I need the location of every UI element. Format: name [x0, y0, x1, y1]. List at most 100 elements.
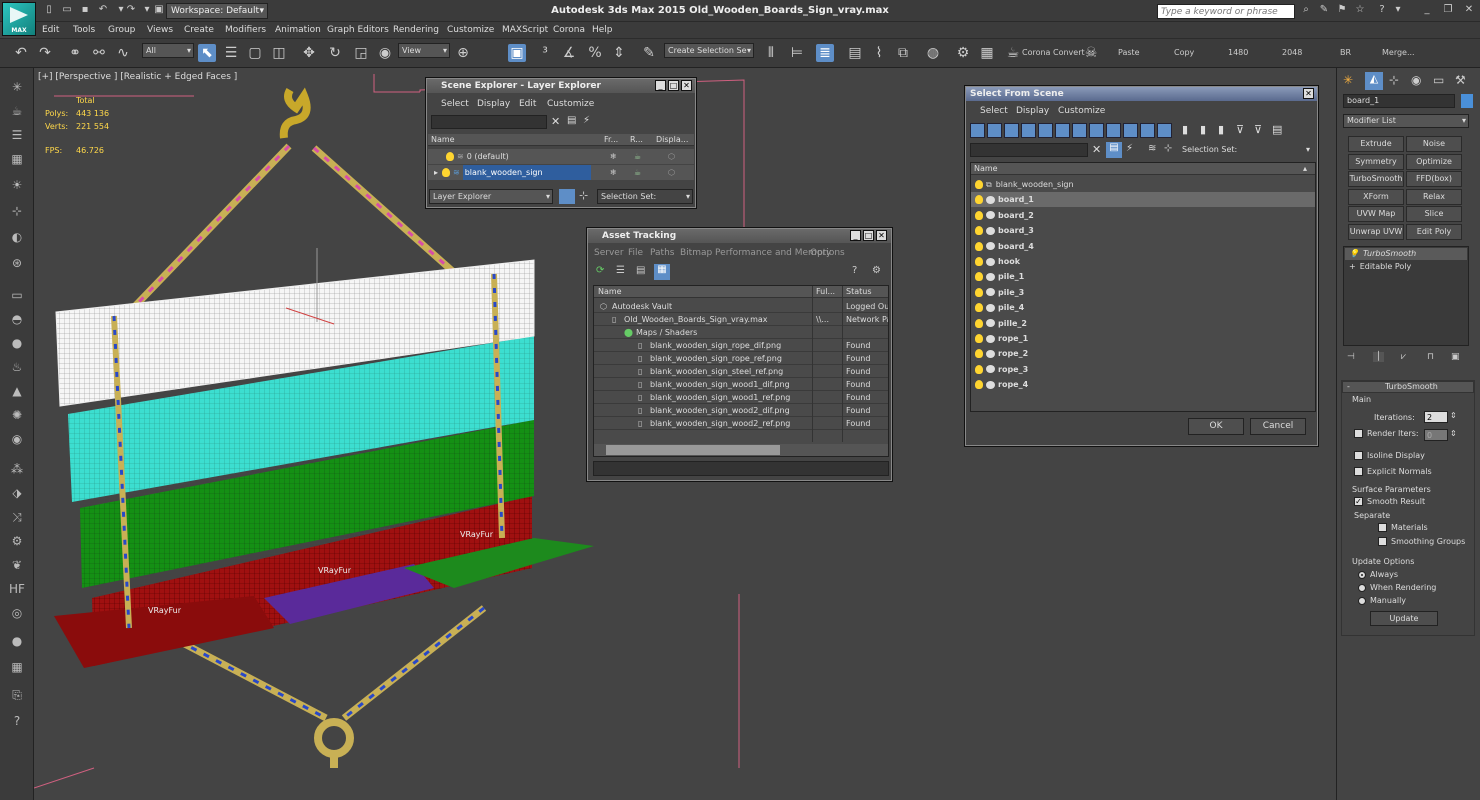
dot-icon[interactable]: ◎	[8, 604, 26, 622]
settings-icon[interactable]: ⚙	[872, 265, 881, 276]
highlight-icon[interactable]: ⚡	[1126, 143, 1133, 154]
col-status[interactable]: Status	[846, 286, 872, 298]
rendered-frame-window-icon[interactable]: ▦	[978, 44, 996, 62]
utilities-tab-icon[interactable]: ⚒	[1455, 73, 1466, 87]
modifier-button-slice[interactable]: Slice	[1406, 206, 1462, 222]
selection-set-dropdown[interactable]: Selection Set: ▾	[597, 189, 693, 204]
batch-render-icon[interactable]: ▦	[8, 658, 26, 676]
object-color-swatch[interactable]	[1461, 94, 1473, 108]
geometry-filter-icon[interactable]	[970, 123, 985, 138]
grid-view-icon[interactable]: ▦	[654, 264, 670, 280]
asset-row[interactable]: ▯ Old_Wooden_Boards_Sign_vray.max \\... Net…	[594, 313, 888, 326]
helper-icon[interactable]: ⊹	[8, 202, 26, 220]
radio[interactable]	[1358, 596, 1366, 605]
invert-display-icon[interactable]: ▮	[1218, 123, 1230, 138]
bones-filter-icon[interactable]	[1106, 123, 1121, 138]
show-end-result-icon[interactable]: ⏐	[1373, 352, 1385, 362]
modifier-button-noise[interactable]: Noise	[1406, 136, 1462, 152]
scene-explorer-search-input[interactable]	[431, 115, 547, 129]
object-list-item[interactable]: board_1	[971, 192, 1315, 208]
object-list-item[interactable]: board_3	[971, 223, 1315, 238]
light-bulb-icon[interactable]	[975, 349, 983, 359]
hierarchy-icon[interactable]: ⊹	[579, 189, 588, 202]
place-icon[interactable]: ◉	[376, 44, 394, 62]
modifier-button-turbosmooth[interactable]: TurboSmooth	[1348, 171, 1404, 187]
display-all-icon[interactable]: ▮	[1182, 123, 1194, 138]
menu-customize[interactable]: Customize	[547, 97, 594, 112]
align-icon[interactable]: ⊨	[788, 44, 806, 62]
checkbox[interactable]	[1354, 451, 1363, 460]
light-bulb-icon[interactable]	[975, 364, 983, 374]
clear-search-icon[interactable]: ✕	[551, 115, 560, 128]
light-bulb-icon[interactable]	[975, 318, 983, 328]
menu-customize[interactable]: Customize	[1058, 104, 1105, 119]
render-teapot-icon[interactable]: ☕	[634, 149, 641, 164]
schematic-view-icon[interactable]: ⧉	[894, 44, 912, 62]
angle-snap-icon[interactable]: ∡	[560, 44, 578, 62]
modify-tab-icon[interactable]: ◭	[1365, 72, 1383, 90]
link-icon[interactable]: ⚭	[66, 44, 84, 62]
rectangular-selection-icon[interactable]: ▢	[246, 44, 264, 62]
menu-rendering[interactable]: Rendering	[393, 22, 439, 38]
display-tab-icon[interactable]: ▭	[1433, 73, 1444, 87]
menu-select[interactable]: Select	[441, 97, 469, 112]
communication-center-icon[interactable]: ⚑	[1335, 4, 1349, 16]
select-search-input[interactable]	[970, 143, 1088, 157]
select-manipulate-icon[interactable]: ▣	[508, 44, 526, 62]
xrefs-filter-icon[interactable]	[1089, 123, 1104, 138]
spacewarps-filter-icon[interactable]	[1055, 123, 1070, 138]
sun-icon[interactable]: ✺	[8, 406, 26, 424]
explicit-normals-checkbox[interactable]: Explicit Normals	[1354, 467, 1432, 476]
stack-item-turbosmooth[interactable]: 💡 TurboSmooth	[1345, 248, 1467, 260]
rollout-header[interactable]: - TurboSmooth	[1342, 381, 1474, 393]
menu-display[interactable]: Display	[1016, 104, 1049, 119]
freeze-snowflake-icon[interactable]: ❄	[610, 149, 617, 164]
sort-arrow-icon[interactable]: ▴	[1303, 163, 1307, 175]
menu-modifiers[interactable]: Modifiers	[225, 22, 266, 38]
ball-icon[interactable]: ◉	[8, 430, 26, 448]
manually-radio[interactable]: Manually	[1358, 596, 1406, 605]
help-icon[interactable]: ?	[852, 265, 857, 276]
display-box-icon[interactable]: ⬡	[668, 165, 675, 180]
modifier-button-extrude[interactable]: Extrude	[1348, 136, 1404, 152]
minimize-icon[interactable]: _	[850, 230, 861, 241]
help-icon[interactable]: ?	[8, 712, 26, 730]
expand-arrow-icon[interactable]: ▸	[434, 168, 438, 177]
asset-row[interactable]: ▯ blank_wooden_sign_wood1_ref.png Found	[594, 391, 888, 404]
hair-icon[interactable]: HF	[8, 580, 26, 598]
render-iters-input[interactable]: 0	[1424, 429, 1448, 441]
containers-filter-icon[interactable]	[1123, 123, 1138, 138]
asset-row[interactable]: ▯ blank_wooden_sign_rope_ref.png Found	[594, 352, 888, 365]
modifier-button-ffd-box-[interactable]: FFD(box)	[1406, 171, 1462, 187]
menu-group[interactable]: Group	[108, 22, 135, 38]
asset-row[interactable]: ⬤ Maps / Shaders	[594, 326, 888, 339]
open-file-icon[interactable]: ▭	[60, 4, 74, 16]
restore-window-icon[interactable]: ❐	[1441, 4, 1455, 16]
menu-create[interactable]: Create	[184, 22, 214, 38]
br-button[interactable]: BR	[1340, 48, 1351, 57]
cameras-filter-icon[interactable]	[1021, 123, 1036, 138]
horizontal-scrollbar[interactable]	[594, 444, 888, 456]
light-bulb-icon[interactable]	[975, 334, 983, 343]
menu-tools[interactable]: Tools	[73, 22, 95, 38]
menu-server[interactable]: Server	[594, 246, 624, 261]
filter-icon[interactable]: ⊽	[1236, 123, 1248, 138]
pin-stack-icon[interactable]: ⊣	[1347, 352, 1355, 362]
col-name[interactable]: Name	[974, 163, 998, 175]
object-list-item[interactable]: pile_3	[971, 285, 1315, 300]
close-icon[interactable]: ✕	[1303, 88, 1314, 99]
layer-row[interactable]: ≋ 0 (default) ❄ ☕ ⬡	[428, 149, 694, 164]
scale-icon[interactable]: ◲	[352, 44, 370, 62]
menu-graph-editors[interactable]: Graph Editors	[327, 22, 389, 38]
col-render[interactable]: R...	[630, 134, 643, 146]
checkbox[interactable]	[1354, 467, 1363, 476]
bind-space-warp-icon[interactable]: ∿	[114, 44, 132, 62]
select-from-scene-titlebar[interactable]: Select From Scene	[966, 87, 1317, 101]
hidden-filter-icon[interactable]	[1157, 123, 1172, 138]
display-box-icon[interactable]: ⬡	[668, 149, 675, 164]
search-input[interactable]: Type a keyword or phrase	[1157, 4, 1295, 19]
materials-checkbox[interactable]: Materials	[1378, 523, 1428, 532]
light-bulb-icon[interactable]	[975, 380, 983, 390]
object-name-field[interactable]: board_1	[1343, 94, 1455, 108]
table-view-icon[interactable]: ▤	[636, 265, 645, 276]
